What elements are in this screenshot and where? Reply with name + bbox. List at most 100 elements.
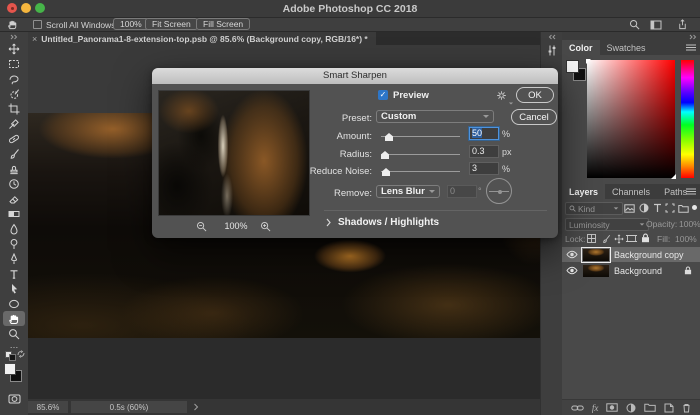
fill-screen-button[interactable]: Fill Screen: [196, 18, 250, 30]
gear-icon[interactable]: [496, 90, 507, 101]
crop-tool[interactable]: [3, 101, 25, 116]
fill-field[interactable]: 100%: [672, 233, 700, 244]
quick-selection-tool[interactable]: [3, 86, 25, 101]
cancel-button[interactable]: Cancel: [511, 109, 557, 125]
layer-filter-kind-dropdown[interactable]: Kind: [565, 202, 623, 215]
type-filter-icon[interactable]: [653, 203, 662, 213]
path-selection-tool[interactable]: [3, 281, 25, 296]
remove-dropdown[interactable]: Lens Blur: [376, 185, 440, 198]
adjustment-filter-icon[interactable]: [639, 203, 649, 213]
lock-position-icon[interactable]: [614, 234, 624, 244]
zoom-out-icon[interactable]: [196, 221, 207, 232]
new-adjustment-layer-icon[interactable]: [626, 403, 636, 413]
brush-tool[interactable]: [3, 146, 25, 161]
lock-transparency-icon[interactable]: [587, 234, 596, 243]
tab-swatches[interactable]: Swatches: [600, 40, 653, 55]
search-icon[interactable]: [629, 19, 640, 30]
lock-image-icon[interactable]: [601, 234, 611, 244]
shadows-highlights-disclosure[interactable]: Shadows / Highlights: [326, 217, 439, 228]
clone-stamp-tool[interactable]: [3, 161, 25, 176]
layer-name[interactable]: Background: [614, 266, 662, 276]
lock-all-icon[interactable]: [641, 233, 650, 243]
history-brush-tool[interactable]: [3, 176, 25, 191]
panel-menu-icon[interactable]: [686, 44, 696, 51]
ok-button[interactable]: OK: [516, 87, 554, 103]
lasso-tool[interactable]: [3, 71, 25, 86]
lock-artboard-icon[interactable]: [626, 234, 637, 243]
angle-dial: [486, 178, 512, 204]
hue-strip[interactable]: [681, 60, 694, 178]
shape-filter-icon[interactable]: [665, 203, 675, 213]
pixel-layer-filter-icon[interactable]: [624, 204, 635, 213]
collapse-tools-icon[interactable]: [0, 32, 28, 41]
layer-visibility-eye-icon[interactable]: [566, 250, 578, 259]
collapsed-adjustments-panel-icon[interactable]: [541, 40, 563, 57]
pen-tool[interactable]: [3, 251, 25, 266]
link-layers-icon[interactable]: [571, 404, 584, 412]
type-tool[interactable]: [3, 266, 25, 281]
blur-tool[interactable]: [3, 221, 25, 236]
color-saturation-brightness-field[interactable]: [587, 60, 675, 178]
layer-row-background[interactable]: Background: [562, 263, 700, 278]
layer-visibility-eye-icon[interactable]: [566, 266, 578, 275]
opacity-field[interactable]: 100%: [676, 218, 700, 229]
tab-color[interactable]: Color: [562, 40, 600, 55]
tab-layers[interactable]: Layers: [562, 184, 605, 199]
quick-mask-mode-button[interactable]: [3, 391, 25, 406]
default-colors-icon[interactable]: [0, 349, 28, 361]
close-tab-icon[interactable]: ×: [32, 34, 37, 44]
panel-menu-icon[interactable]: [686, 188, 696, 195]
zoom-in-icon[interactable]: [260, 221, 271, 232]
layer-filter-toggle[interactable]: [692, 205, 697, 210]
eyedropper-tool[interactable]: [3, 116, 25, 131]
layer-thumbnail[interactable]: [583, 249, 609, 261]
blend-mode-dropdown[interactable]: Luminosity: [565, 218, 649, 231]
new-layer-icon[interactable]: [664, 403, 674, 413]
swap-colors-icon[interactable]: [17, 350, 25, 358]
radius-slider-thumb[interactable]: [381, 151, 389, 159]
share-icon[interactable]: [677, 19, 688, 30]
reduce-noise-input[interactable]: 3: [469, 162, 499, 175]
marquee-tool[interactable]: [3, 56, 25, 71]
shape-tool[interactable]: [3, 296, 25, 311]
zoom-100-button[interactable]: 100%: [113, 18, 149, 30]
workspace-selector-icon[interactable]: [650, 20, 662, 30]
radius-input[interactable]: 0.3: [469, 145, 499, 158]
delete-layer-icon[interactable]: [682, 403, 691, 413]
expand-panels-icon[interactable]: [541, 32, 563, 40]
layer-row-background-copy[interactable]: Background copy: [562, 247, 700, 262]
eraser-tool[interactable]: [3, 191, 25, 206]
dodge-tool[interactable]: [3, 236, 25, 251]
reduce-noise-slider-track[interactable]: [381, 171, 460, 172]
layer-name[interactable]: Background copy: [614, 250, 684, 260]
tab-channels[interactable]: Channels: [605, 184, 657, 199]
document-tab[interactable]: × Untitled_Panorama1-8-extension-top.psb…: [28, 32, 376, 45]
smart-object-filter-icon[interactable]: [678, 204, 689, 213]
reduce-noise-slider-thumb[interactable]: [382, 168, 390, 176]
gradient-tool[interactable]: [3, 206, 25, 221]
scroll-all-windows-checkbox[interactable]: [33, 20, 42, 29]
hand-tool[interactable]: [3, 311, 25, 326]
foreground-color-swatch[interactable]: [566, 60, 579, 73]
amount-input[interactable]: 50: [469, 127, 499, 140]
status-info-field[interactable]: 0.5s (60%): [71, 401, 187, 413]
preview-zoom-level[interactable]: 100%: [220, 221, 252, 231]
preset-dropdown[interactable]: Custom: [376, 110, 494, 123]
status-menu-chevron-icon[interactable]: [193, 403, 199, 411]
add-layer-mask-icon[interactable]: [606, 403, 618, 412]
foreground-color-swatch[interactable]: [4, 363, 16, 375]
preview-checkbox[interactable]: ✓: [378, 90, 388, 100]
zoom-level-field[interactable]: 85.6%: [28, 401, 68, 413]
zoom-tool[interactable]: [3, 326, 25, 341]
edit-toolbar-button[interactable]: …: [0, 341, 28, 349]
dialog-title-bar[interactable]: Smart Sharpen: [152, 68, 558, 84]
layer-thumbnail[interactable]: [583, 265, 609, 277]
collapse-panels-icon[interactable]: [689, 34, 697, 40]
layer-style-fx-icon[interactable]: fx: [592, 403, 599, 413]
healing-brush-tool[interactable]: [3, 131, 25, 146]
fit-screen-button[interactable]: Fit Screen: [145, 18, 198, 30]
radius-slider-track[interactable]: [381, 154, 460, 155]
amount-slider-thumb[interactable]: [385, 133, 393, 141]
move-tool[interactable]: [3, 41, 25, 56]
new-group-icon[interactable]: [644, 403, 656, 412]
